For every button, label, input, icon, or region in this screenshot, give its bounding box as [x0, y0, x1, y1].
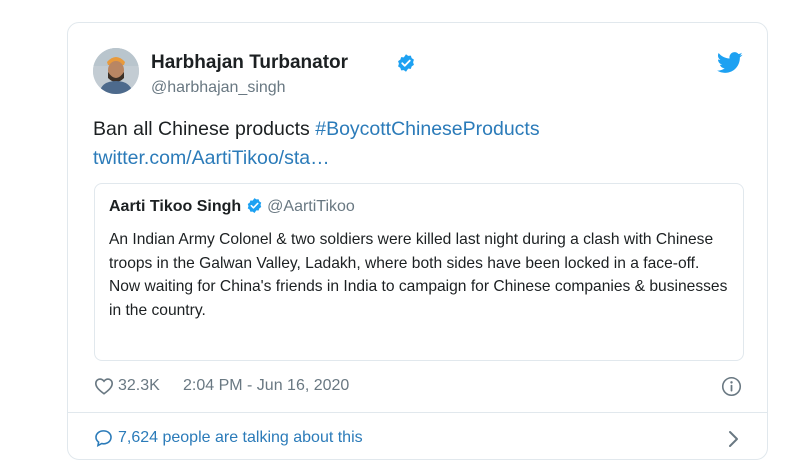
- tweet-header: Harbhajan Turbanator @harbhajan_singh: [93, 48, 743, 100]
- speech-bubble-icon: [95, 430, 112, 447]
- twitter-bird-icon[interactable]: [717, 52, 743, 74]
- verified-badge-icon: [398, 54, 414, 72]
- quoted-text-line-1: An Indian Army Colonel & two soldiers we…: [109, 231, 714, 272]
- tweet-text: Ban all Chinese products #BoycottChinese…: [93, 115, 733, 173]
- tweet-meta: 32.3K 2:04 PM - Jun 16, 2020: [94, 375, 744, 399]
- embedded-tweet-card: Harbhajan Turbanator @harbhajan_singh Ba…: [67, 22, 768, 460]
- author-handle[interactable]: @harbhajan_singh: [151, 79, 286, 97]
- tweet-body: Ban all Chinese products: [93, 118, 316, 140]
- avatar[interactable]: [93, 48, 139, 94]
- quoted-text-line-2: Now waiting for China's friends in India…: [109, 278, 728, 319]
- heart-icon[interactable]: [94, 377, 114, 395]
- quoted-text: An Indian Army Colonel & two soldiers we…: [109, 228, 734, 322]
- quoted-header: Aarti Tikoo Singh @AartiTikoo: [109, 197, 355, 216]
- like-count[interactable]: 32.3K: [118, 377, 160, 395]
- quoted-author-handle: @AartiTikoo: [267, 198, 355, 215]
- quoted-author-name: Aarti Tikoo Singh: [109, 198, 242, 215]
- conversation-count[interactable]: 7,624 people are talking about this: [118, 429, 363, 447]
- info-icon[interactable]: [721, 376, 742, 397]
- tweet-timestamp[interactable]: 2:04 PM - Jun 16, 2020: [183, 377, 349, 395]
- author-name[interactable]: Harbhajan Turbanator: [151, 52, 348, 74]
- quoted-url-link[interactable]: twitter.com/AartiTikoo/sta…: [93, 147, 330, 169]
- quoted-tweet[interactable]: Aarti Tikoo Singh @AartiTikoo An Indian …: [94, 183, 744, 361]
- hashtag-link[interactable]: #BoycottChineseProducts: [315, 118, 539, 140]
- chevron-right-icon[interactable]: [728, 430, 740, 448]
- conversation-link[interactable]: 7,624 people are talking about this: [94, 427, 744, 451]
- divider: [68, 412, 767, 413]
- verified-badge-icon: [247, 198, 262, 213]
